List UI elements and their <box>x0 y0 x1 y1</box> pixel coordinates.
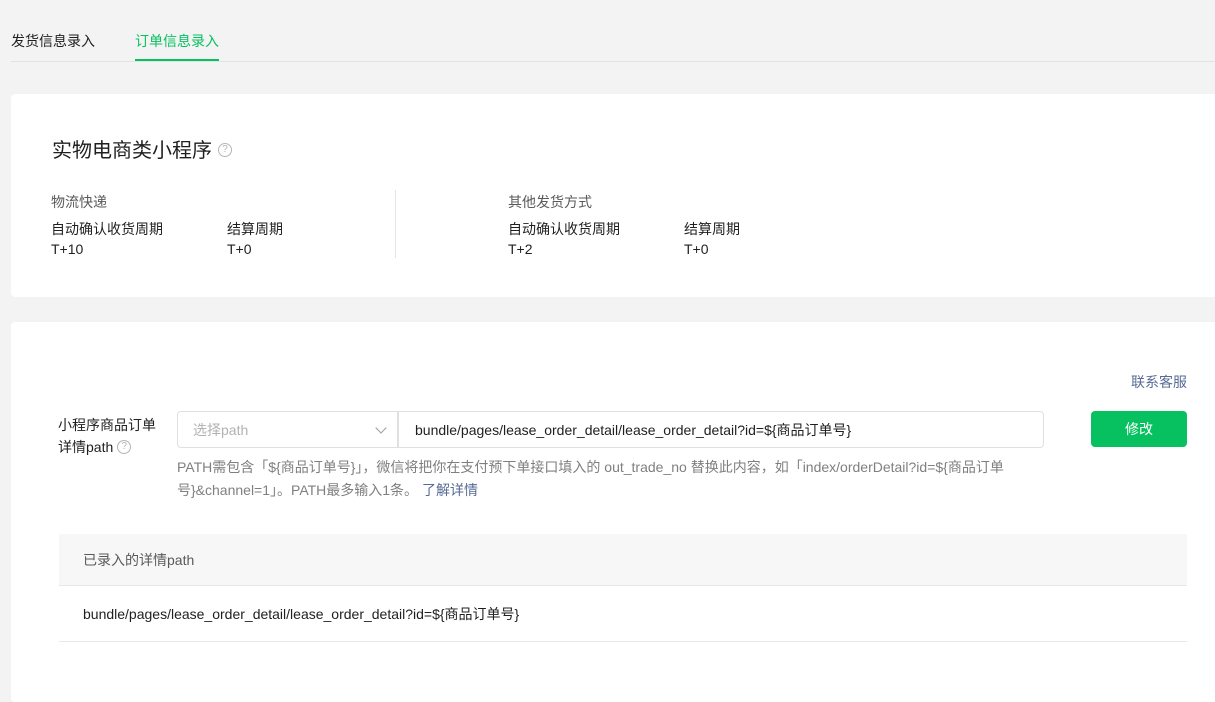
category-info-card: 实物电商类小程序? 物流快递 自动确认收货周期 T+10 结算周期 T+0 其他… <box>11 94 1215 297</box>
other-settle-label: 结算周期 <box>684 221 740 237</box>
other-settle-value: T+0 <box>684 241 709 257</box>
logistics-confirm-label: 自动确认收货周期 <box>51 221 163 237</box>
table-header-label: 已录入的详情path <box>83 552 195 568</box>
logistics-settle-value: T+0 <box>227 241 252 257</box>
path-field-label: 小程序商品订单详情path? <box>58 414 166 458</box>
tab-shipping-info[interactable]: 发货信息录入 <box>11 31 95 51</box>
other-shipping-section-label: 其他发货方式 <box>508 194 592 210</box>
other-confirm-value: T+2 <box>508 241 533 257</box>
category-title-text: 实物电商类小程序 <box>52 140 212 162</box>
logistics-settle-label: 结算周期 <box>227 221 283 237</box>
contact-support-link[interactable]: 联系客服 <box>1131 373 1187 391</box>
table-header: 已录入的详情path <box>59 534 1187 586</box>
path-hint: PATH需包含「${商品订单号}」，微信将把你在支付预下单接口填入的 out_t… <box>177 456 1057 502</box>
path-select[interactable]: 选择path <box>177 411 398 448</box>
order-path-card: 联系客服 小程序商品订单详情path? 选择path 修改 PATH需包含「${… <box>11 322 1215 702</box>
modify-button[interactable]: 修改 <box>1091 411 1187 447</box>
other-confirm-label: 自动确认收货周期 <box>508 221 620 237</box>
path-input[interactable] <box>398 411 1044 448</box>
help-icon[interactable]: ? <box>218 142 232 157</box>
path-hint-text: PATH需包含「${商品订单号}」，微信将把你在支付预下单接口填入的 out_t… <box>177 459 1004 498</box>
path-form-row: 小程序商品订单详情path? 选择path 修改 PATH需包含「${商品订单号… <box>58 404 1188 502</box>
chevron-down-icon <box>375 422 387 434</box>
active-tab-indicator <box>135 59 219 61</box>
learn-more-link[interactable]: 了解详情 <box>422 482 478 498</box>
path-select-placeholder: 选择path <box>193 422 249 438</box>
tab-order-info[interactable]: 订单信息录入 <box>135 31 219 51</box>
help-icon[interactable]: ? <box>117 440 132 455</box>
table-row: bundle/pages/lease_order_detail/lease_or… <box>59 587 1187 642</box>
logistics-section-label: 物流快递 <box>51 194 107 210</box>
table-cell-path: bundle/pages/lease_order_detail/lease_or… <box>83 606 520 622</box>
logistics-confirm-value: T+10 <box>51 241 84 257</box>
section-divider <box>395 190 396 258</box>
category-title: 实物电商类小程序? <box>52 138 232 164</box>
path-field-label-text: 小程序商品订单详情path <box>58 417 156 455</box>
tab-bar: 发货信息录入 订单信息录入 <box>11 0 1215 62</box>
